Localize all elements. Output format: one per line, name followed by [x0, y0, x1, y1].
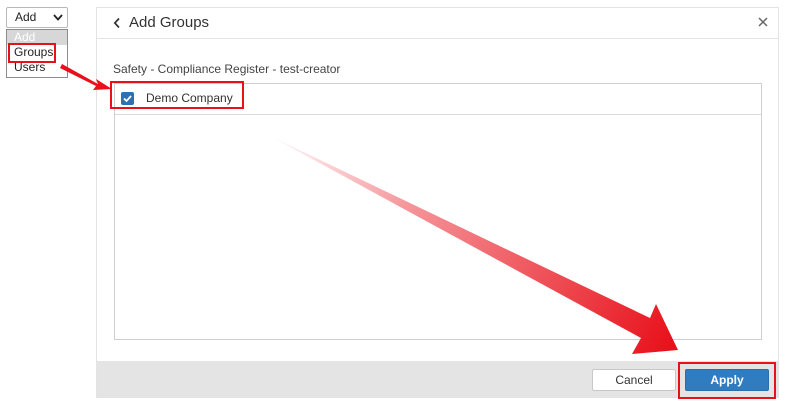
register-subtitle: Safety - Compliance Register - test-crea… [113, 62, 341, 76]
apply-callout-box [678, 362, 776, 399]
modal-header: Add Groups [97, 8, 778, 39]
add-groups-modal: Add Groups Safety - Compliance Register … [96, 7, 779, 398]
demo-company-callout-box [110, 81, 244, 109]
modal-footer: Cancel Apply [97, 361, 778, 397]
add-dropdown[interactable]: Add [6, 7, 68, 28]
add-dropdown-value: Add [15, 10, 37, 24]
close-icon[interactable] [758, 17, 768, 27]
groups-list: Demo Company [114, 83, 762, 340]
back-chevron-icon[interactable] [113, 17, 121, 29]
cancel-button[interactable]: Cancel [592, 369, 676, 391]
groups-callout-box [8, 43, 56, 63]
modal-title: Add Groups [129, 14, 210, 31]
chevron-down-icon [53, 14, 63, 21]
